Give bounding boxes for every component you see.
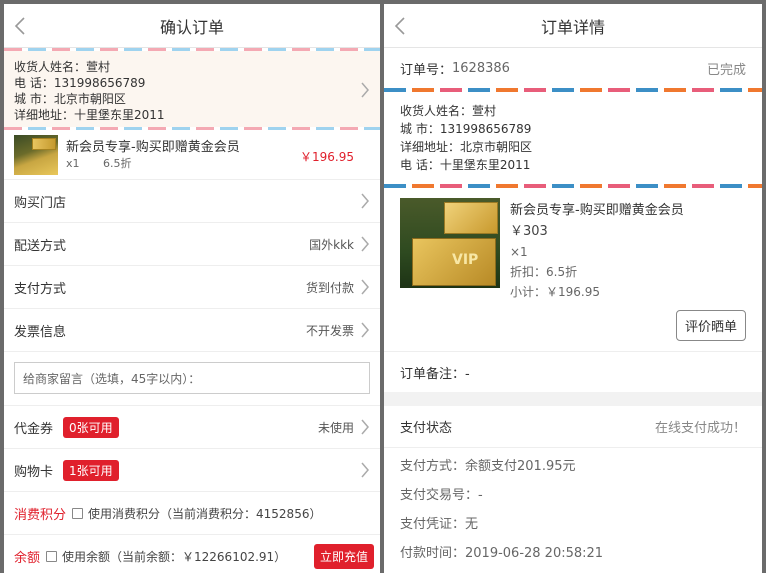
product-name: 新会员专享-购买即赠黄金会员 bbox=[510, 203, 684, 218]
shipping-address[interactable]: 收货人姓名：萱村 电 话：131998656789 城 市：北京市朝阳区 详细地… bbox=[4, 51, 380, 127]
page-title: 订单详情 bbox=[540, 17, 605, 37]
voucher-value: 未使用 bbox=[317, 420, 354, 435]
invoice-row[interactable]: 发票信息 不开发票 bbox=[4, 309, 380, 352]
confirm-order-panel: 确认订单 收货人姓名：萱村 电 话：131998656789 城 市：北京市朝阳… bbox=[4, 4, 380, 573]
payment-row[interactable]: 支付方式 货到付款 bbox=[4, 266, 380, 309]
shopping-card-row[interactable]: 购物卡 1张可用 bbox=[4, 449, 380, 492]
chevron-right-icon bbox=[360, 321, 370, 339]
payment-label: 支付方式 bbox=[14, 281, 67, 297]
chevron-right-icon bbox=[360, 192, 370, 210]
chevron-right-icon bbox=[360, 461, 370, 479]
points-label: 消费积分 bbox=[14, 507, 67, 523]
balance-label: 余额 bbox=[14, 550, 41, 566]
chevron-right-icon bbox=[360, 418, 370, 436]
receiver-detail: 详细地址：十里堡东里2011 bbox=[14, 108, 165, 122]
pay-time: 付款时间：2019-06-28 20:58:21 bbox=[400, 546, 604, 561]
delivery-label: 配送方式 bbox=[14, 238, 67, 254]
pay-method: 支付方式：余额支付201.95元 bbox=[400, 459, 576, 474]
order-remark: 订单备注：- bbox=[400, 366, 470, 382]
payment-value: 货到付款 bbox=[305, 280, 354, 295]
balance-text: 使用余额（当前余额：￥12266102.91） bbox=[62, 549, 287, 564]
product-discount: 折扣：6.5折 bbox=[510, 265, 578, 279]
shopping-card-badge: 1张可用 bbox=[63, 459, 119, 481]
pay-status-row: 支付状态 在线支付成功！ bbox=[384, 406, 762, 448]
product-qty: ×1 bbox=[510, 245, 528, 259]
message-wrapper: 给商家留言（选填，45字以内）： bbox=[4, 352, 380, 406]
section-divider bbox=[384, 392, 762, 406]
receiver-name: 收货人姓名：萱村 bbox=[14, 60, 111, 74]
pay-status-label: 支付状态 bbox=[400, 421, 453, 436]
order-number: 1628386 bbox=[452, 60, 510, 76]
product-qty: x1 bbox=[66, 156, 80, 170]
payment-info: 支付方式：余额支付201.95元 支付交易号：- 支付凭证：无 付款时间：201… bbox=[384, 448, 762, 572]
product-discount: 6.5折 bbox=[103, 156, 132, 170]
order-number-label: 订单号： bbox=[400, 62, 453, 78]
points-text: 使用消费积分（当前消费积分：4152856） bbox=[88, 506, 322, 521]
shipping-address: 收货人姓名：萱村 城 市：131998656789 详细地址：北京市朝阳区 电 … bbox=[384, 92, 762, 184]
page-title: 确认订单 bbox=[159, 17, 224, 37]
delivery-value: 国外kkk bbox=[309, 237, 354, 252]
product-item: VIP 新会员专享-购买即赠黄金会员 ￥303 ×1 折扣：6.5折 小计：￥1… bbox=[384, 188, 762, 352]
back-icon[interactable] bbox=[14, 14, 34, 38]
receiver-city: 城 市：北京市朝阳区 bbox=[14, 92, 126, 106]
product-subtotal: 小计：￥196.95 bbox=[510, 285, 600, 299]
chevron-right-icon bbox=[360, 235, 370, 253]
pay-status-value: 在线支付成功！ bbox=[654, 421, 746, 436]
delivery-row[interactable]: 配送方式 国外kkk bbox=[4, 223, 380, 266]
confirm-order-header: 确认订单 bbox=[4, 4, 380, 48]
order-status: 已完成 bbox=[706, 62, 746, 78]
balance-row: 余额 使用余额（当前余额：￥12266102.91） 立即充值 bbox=[4, 535, 380, 573]
voucher-row[interactable]: 代金券 0张可用 未使用 bbox=[4, 406, 380, 449]
product-price: ￥303 bbox=[510, 224, 548, 239]
store-row[interactable]: 购买门店 bbox=[4, 180, 380, 223]
product-price: ￥196.95 bbox=[300, 150, 354, 164]
shopping-card-label: 购物卡 bbox=[14, 464, 54, 480]
chevron-right-icon bbox=[360, 81, 370, 99]
pay-trade-number: 支付交易号：- bbox=[400, 488, 483, 503]
voucher-badge: 0张可用 bbox=[63, 416, 119, 438]
points-row: 消费积分 使用消费积分（当前消费积分：4152856） bbox=[4, 492, 380, 535]
order-number-row: 订单号： 1628386 已完成 bbox=[384, 48, 762, 88]
product-item: 新会员专享-购买即赠黄金会员 x1 6.5折 ￥196.95 bbox=[4, 130, 380, 180]
product-image: VIP bbox=[400, 198, 500, 288]
review-button[interactable]: 评价晒单 bbox=[675, 310, 746, 341]
receiver-phone: 电 话：131998656789 bbox=[14, 76, 146, 90]
back-icon[interactable] bbox=[394, 14, 414, 38]
seller-message-input[interactable]: 给商家留言（选填，45字以内）： bbox=[14, 362, 370, 394]
order-detail-header: 订单详情 bbox=[384, 4, 762, 48]
balance-checkbox[interactable] bbox=[46, 550, 58, 562]
order-detail-panel: 订单详情 订单号： 1628386 已完成 收货人姓名：萱村 城 市：13199… bbox=[384, 4, 762, 573]
receiver-city: 城 市：131998656789 bbox=[400, 122, 532, 136]
product-thumbnail bbox=[14, 134, 58, 175]
invoice-value: 不开发票 bbox=[305, 323, 354, 338]
receiver-phone: 电 话：十里堡东里2011 bbox=[400, 158, 531, 172]
recharge-button[interactable]: 立即充值 bbox=[313, 543, 374, 569]
voucher-label: 代金券 bbox=[14, 421, 54, 437]
receiver-name: 收货人姓名：萱村 bbox=[400, 104, 497, 118]
store-label: 购买门店 bbox=[14, 195, 67, 211]
pay-voucher: 支付凭证：无 bbox=[400, 517, 479, 532]
chevron-right-icon bbox=[360, 278, 370, 296]
invoice-label: 发票信息 bbox=[14, 324, 67, 340]
receiver-detail: 详细地址：北京市朝阳区 bbox=[400, 140, 533, 154]
points-checkbox[interactable] bbox=[72, 507, 84, 519]
